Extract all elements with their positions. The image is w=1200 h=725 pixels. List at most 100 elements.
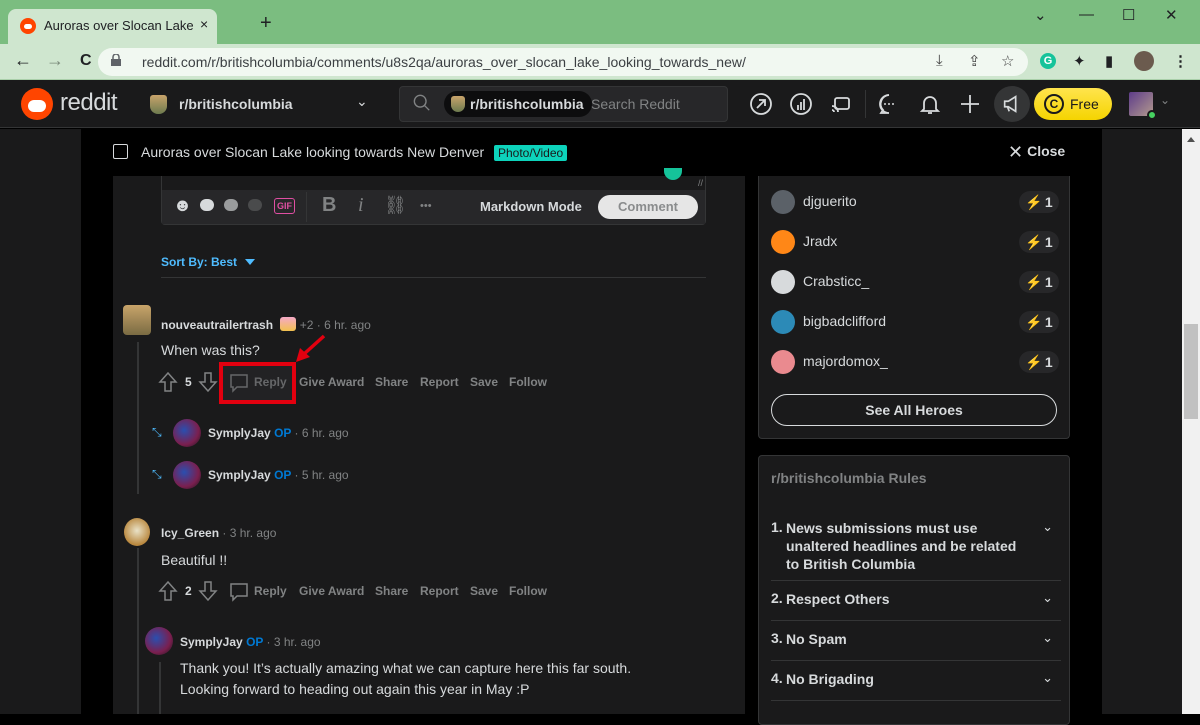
hero-item[interactable]: Jradx ⚡ 1: [771, 225, 1059, 259]
get-coins-button[interactable]: C Free: [1034, 88, 1112, 120]
follow-button[interactable]: Follow: [509, 584, 547, 598]
rule-item[interactable]: 4. No Brigading ⌄: [771, 670, 1061, 701]
chevron-down-icon[interactable]: ⌄: [1042, 670, 1053, 686]
report-button[interactable]: Report: [420, 584, 459, 598]
new-tab-button[interactable]: +: [260, 12, 272, 35]
chevron-down-icon[interactable]: ⌄: [1042, 590, 1053, 606]
reply-button[interactable]: Reply: [254, 584, 287, 598]
url-text[interactable]: reddit.com/r/britishcolumbia/comments/u8…: [142, 54, 746, 70]
share-button[interactable]: Share: [375, 375, 408, 389]
bookmark-star-icon[interactable]: ☆: [1001, 52, 1014, 70]
snoo-emoji-2-icon[interactable]: [224, 199, 238, 211]
downvote-icon[interactable]: [198, 371, 218, 393]
hero-item[interactable]: bigbadclifford ⚡ 1: [771, 305, 1059, 339]
chat-icon[interactable]: [877, 92, 901, 116]
upvote-icon[interactable]: [158, 371, 178, 393]
reply-bubble-icon[interactable]: [229, 581, 249, 603]
scroll-up-arrow-icon[interactable]: [1187, 137, 1195, 142]
rule-item[interactable]: 3. No Spam ⌄: [771, 630, 1061, 661]
gif-button[interactable]: GIF: [274, 198, 295, 214]
video-cast-icon[interactable]: [829, 92, 853, 116]
user-avatar[interactable]: [1129, 92, 1157, 120]
snoo-emoji-1-icon[interactable]: [200, 199, 214, 211]
chevron-down-icon[interactable]: ⌄: [1042, 630, 1053, 646]
close-window-button[interactable]: ✕: [1165, 6, 1178, 24]
share-button[interactable]: Share: [375, 584, 408, 598]
follow-button[interactable]: Follow: [509, 375, 547, 389]
sort-dropdown[interactable]: Sort By: Best: [161, 255, 256, 269]
snoo-emoji-3-icon[interactable]: [248, 199, 262, 211]
stats-icon[interactable]: [789, 92, 813, 116]
hero-avatar: [771, 350, 795, 374]
comment-submit-button[interactable]: Comment: [598, 195, 698, 219]
username[interactable]: SymplyJay: [208, 468, 271, 482]
upvote-icon[interactable]: [158, 580, 178, 602]
commenter-avatar[interactable]: [145, 627, 173, 655]
reload-button[interactable]: C: [80, 52, 92, 70]
comment-editor[interactable]: // ☻ GIF B i ⛓ ••• Markdown Mode Comment: [161, 168, 706, 225]
hero-item[interactable]: djguerito ⚡ 1: [771, 185, 1059, 219]
username[interactable]: nouveautrailertrash: [161, 318, 273, 332]
bold-icon[interactable]: B: [322, 194, 336, 217]
thread-line[interactable]: [137, 548, 139, 714]
close-post-button[interactable]: ✕ Close: [1008, 142, 1065, 163]
browser-tab[interactable]: Auroras over Slocan Lake looking towards…: [8, 9, 217, 44]
thread-line[interactable]: [159, 662, 161, 714]
username[interactable]: SymplyJay: [180, 635, 243, 649]
search-community-chip[interactable]: r/britishcolumbia: [444, 91, 592, 117]
thread-line[interactable]: [137, 342, 139, 494]
notification-bell-icon[interactable]: [918, 92, 942, 116]
save-button[interactable]: Save: [470, 584, 498, 598]
create-post-plus-icon[interactable]: [958, 92, 982, 116]
chevron-down-icon[interactable]: ⌄: [1042, 519, 1053, 535]
grammarly-badge-icon[interactable]: [664, 168, 682, 180]
side-panel-icon[interactable]: ▮: [1105, 52, 1113, 70]
italic-icon[interactable]: i: [358, 194, 364, 217]
minimize-button[interactable]: —: [1079, 6, 1094, 23]
address-bar[interactable]: reddit.com/r/britishcolumbia/comments/u8…: [98, 48, 1028, 76]
emoji-icon[interactable]: ☻: [173, 195, 192, 216]
hero-item[interactable]: majordomox_ ⚡ 1: [771, 345, 1059, 379]
commenter-avatar[interactable]: [124, 518, 150, 546]
share-icon[interactable]: ⇪: [968, 52, 981, 70]
advertise-button[interactable]: [994, 86, 1030, 122]
back-button[interactable]: ←: [14, 50, 32, 71]
tab-search-icon[interactable]: ⌄: [1034, 6, 1047, 24]
scrollbar-thumb[interactable]: [1184, 324, 1198, 419]
install-icon[interactable]: ⤓: [936, 52, 943, 69]
downvote-icon[interactable]: [198, 580, 218, 602]
profile-avatar-icon[interactable]: ●: [1134, 51, 1154, 71]
commenter-avatar[interactable]: [123, 305, 151, 335]
user-menu-chevron-icon[interactable]: ⌄: [1160, 93, 1170, 107]
save-button[interactable]: Save: [470, 375, 498, 389]
username[interactable]: Icy_Green: [161, 526, 219, 540]
expand-thread-icon[interactable]: ⤡: [152, 467, 162, 482]
rule-item[interactable]: 2. Respect Others ⌄: [771, 590, 1061, 621]
expand-thread-icon[interactable]: ⤡: [152, 425, 162, 440]
browser-menu-icon[interactable]: ⋮: [1173, 52, 1188, 70]
report-button[interactable]: Report: [420, 375, 459, 389]
give-award-button[interactable]: Give Award: [299, 584, 364, 598]
link-icon[interactable]: ⛓: [384, 195, 407, 216]
extensions-puzzle-icon[interactable]: ✦: [1073, 52, 1086, 70]
reddit-wordmark[interactable]: reddit: [60, 89, 118, 117]
tab-close-icon[interactable]: ×: [200, 16, 208, 32]
rule-item[interactable]: 1. News submissions must use unaltered h…: [771, 519, 1061, 581]
resize-handle-icon[interactable]: //: [698, 178, 703, 188]
see-all-heroes-button[interactable]: See All Heroes: [771, 394, 1057, 426]
commenter-avatar[interactable]: [173, 419, 201, 447]
maximize-button[interactable]: ☐: [1122, 6, 1135, 24]
markdown-mode-toggle[interactable]: Markdown Mode: [480, 199, 582, 214]
reddit-logo-icon[interactable]: [21, 88, 53, 120]
hero-item[interactable]: Crabsticc_ ⚡ 1: [771, 265, 1059, 299]
search-input[interactable]: r/britishcolumbia Search Reddit: [399, 86, 728, 122]
grammarly-extension-icon[interactable]: G: [1040, 53, 1056, 69]
forward-button[interactable]: →: [46, 50, 64, 71]
post-flair[interactable]: Photo/Video: [494, 145, 568, 161]
page-scrollbar[interactable]: [1182, 129, 1200, 714]
commenter-avatar[interactable]: [173, 461, 201, 489]
popular-arrow-icon[interactable]: [749, 92, 773, 116]
more-options-icon[interactable]: •••: [420, 200, 432, 212]
give-award-button[interactable]: Give Award: [299, 375, 364, 389]
username[interactable]: SymplyJay: [208, 426, 271, 440]
